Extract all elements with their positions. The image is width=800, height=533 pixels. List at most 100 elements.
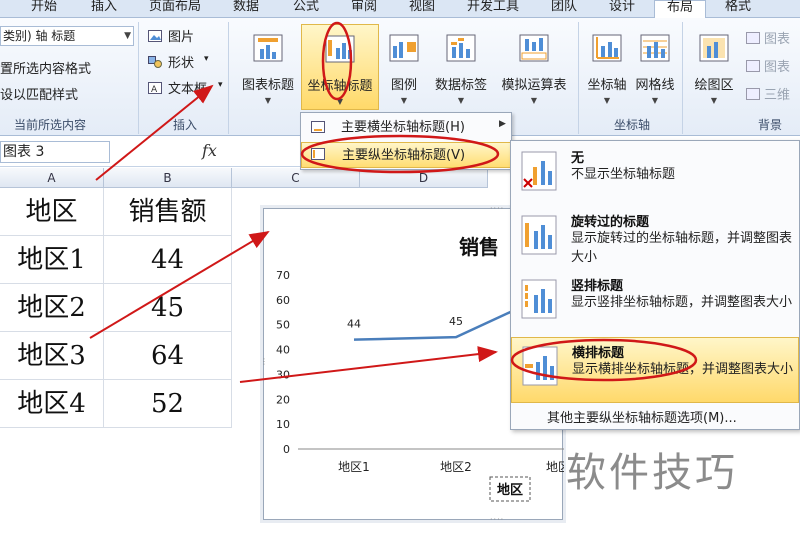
gridlines-icon bbox=[640, 34, 670, 62]
vertical-title-icon bbox=[521, 279, 557, 319]
option-none[interactable]: 无 不显示坐标轴标题 bbox=[511, 143, 799, 209]
y-tick-label: 40 bbox=[276, 344, 290, 357]
tab-view[interactable]: 视图 bbox=[398, 0, 446, 18]
y-tick-label: 0 bbox=[283, 443, 290, 456]
chevron-right-icon: ▶ bbox=[499, 119, 506, 129]
gridlines-button[interactable]: 网格线 ▼ bbox=[632, 24, 678, 110]
shapes-icon bbox=[148, 56, 162, 68]
tab-home[interactable]: 开始 bbox=[20, 0, 68, 18]
tab-review[interactable]: 审阅 bbox=[340, 0, 388, 18]
cell-a4[interactable]: 地区3 bbox=[0, 332, 104, 380]
data-table-button[interactable]: 模拟运算表 ▼ bbox=[494, 24, 574, 110]
chart-floor-icon bbox=[746, 60, 760, 72]
option-vertical-title[interactable]: 竖排标题 显示竖排坐标轴标题，并调整图表大小 bbox=[511, 271, 799, 337]
rotation-3d-icon bbox=[746, 88, 760, 100]
menu-item-horizontal-axis-title[interactable]: 主要横坐标轴标题(H) bbox=[301, 115, 511, 141]
data-labels-label: 数据标签 bbox=[434, 78, 487, 93]
option-horizontal-title[interactable]: 横排标题 显示横排坐标轴标题，并调整图表大小 bbox=[511, 337, 799, 403]
chevron-down-icon: ▾ bbox=[218, 80, 223, 90]
textbox-button[interactable]: 文本框 bbox=[168, 78, 207, 97]
chart-title-label: 图表标题 bbox=[241, 78, 294, 93]
chart-elements-combo[interactable]: 类别) 轴 标题 ▼ bbox=[0, 26, 134, 46]
rotation-3d-button[interactable]: 三维 bbox=[764, 84, 790, 103]
x-tick-label: 地区 bbox=[546, 460, 564, 474]
name-box[interactable]: 图表 3 bbox=[0, 141, 110, 163]
x-tick-label: 地区1 bbox=[338, 460, 370, 474]
option-vertical-title-desc: 显示竖排坐标轴标题，并调整图表大小 bbox=[571, 295, 793, 310]
data-labels-icon bbox=[446, 34, 476, 62]
y-tick-label: 50 bbox=[276, 319, 290, 332]
tab-team[interactable]: 团队 bbox=[540, 0, 588, 18]
vertical-axis-title-submenu: 无 不显示坐标轴标题 旋转过的标题 显示旋转过的坐标轴标题，并调整图表大小 竖排… bbox=[510, 140, 800, 430]
ribbon-tabs: 开始 插入 页面布局 数据 公式 审阅 视图 开发工具 团队 设计 布局 格式 bbox=[0, 0, 800, 19]
legend-button[interactable]: 图例 ▼ bbox=[384, 24, 424, 110]
rotated-title-icon bbox=[521, 215, 557, 255]
chevron-down-icon: ▼ bbox=[264, 96, 272, 105]
tab-format[interactable]: 格式 bbox=[712, 0, 764, 18]
gridlines-label: 网格线 bbox=[635, 78, 675, 93]
no-title-icon bbox=[521, 151, 557, 191]
tab-data[interactable]: 数据 bbox=[222, 0, 270, 18]
x-tick-label: 地区2 bbox=[440, 460, 472, 474]
y-tick-label: 20 bbox=[276, 393, 290, 406]
group-label-axes: 坐标轴 bbox=[613, 118, 650, 132]
shapes-button[interactable]: 形状 bbox=[168, 52, 194, 71]
format-selection-button[interactable]: 置所选内容格式 bbox=[0, 58, 91, 77]
chevron-down-icon: ▼ bbox=[124, 31, 131, 41]
chevron-down-icon: ▼ bbox=[336, 97, 344, 106]
chart-title-button[interactable]: 图表标题 ▼ bbox=[236, 24, 300, 110]
cell-b4[interactable]: 64 bbox=[104, 332, 232, 380]
chevron-down-icon: ▾ bbox=[204, 54, 209, 64]
cell-a5[interactable]: 地区4 bbox=[0, 380, 104, 428]
chart-title-icon bbox=[253, 34, 283, 62]
column-header-c[interactable]: C bbox=[232, 168, 360, 188]
chart-wall-button[interactable]: 图表 bbox=[764, 28, 790, 47]
tab-insert[interactable]: 插入 bbox=[80, 0, 128, 18]
svg-text:A: A bbox=[151, 85, 158, 94]
more-options-item[interactable]: 其他主要纵坐标轴标题选项(M)... bbox=[547, 407, 737, 426]
tab-developer[interactable]: 开发工具 bbox=[458, 0, 528, 18]
tab-formulas[interactable]: 公式 bbox=[282, 0, 330, 18]
axis-titles-icon bbox=[325, 35, 355, 63]
chevron-down-icon: ▼ bbox=[530, 96, 538, 105]
y-tick-label: 70 bbox=[276, 269, 290, 282]
option-none-title: 无 bbox=[571, 151, 585, 166]
option-rotated-title-label: 旋转过的标题 bbox=[571, 215, 650, 230]
cell-b5[interactable]: 52 bbox=[104, 380, 232, 428]
data-labels-button[interactable]: 数据标签 ▼ bbox=[430, 24, 492, 110]
picture-icon bbox=[148, 30, 162, 42]
group-separator bbox=[578, 22, 579, 134]
data-table-icon bbox=[519, 34, 549, 62]
axes-button[interactable]: 坐标轴 ▼ bbox=[584, 24, 630, 110]
chevron-down-icon: ▼ bbox=[710, 96, 718, 105]
picture-button[interactable]: 图片 bbox=[168, 26, 194, 45]
axis-titles-label: 坐标轴标题 bbox=[307, 79, 373, 94]
data-label: 44 bbox=[347, 318, 361, 331]
cell-a3[interactable]: 地区2 bbox=[0, 284, 104, 332]
tab-layout[interactable]: 布局 bbox=[654, 0, 706, 19]
excel-window: 开始 插入 页面布局 数据 公式 审阅 视图 开发工具 团队 设计 布局 格式 … bbox=[0, 0, 800, 533]
menu-item-vertical-axis-title[interactable]: 主要纵坐标轴标题(V) bbox=[301, 142, 511, 168]
column-header-a[interactable]: A bbox=[0, 168, 104, 188]
legend-icon bbox=[389, 34, 419, 62]
tab-page-layout[interactable]: 页面布局 bbox=[140, 0, 210, 18]
group-separator bbox=[228, 22, 229, 134]
cell-a1[interactable]: 地区 bbox=[0, 188, 104, 236]
cell-b2[interactable]: 44 bbox=[104, 236, 232, 284]
option-horizontal-title-desc: 显示横排坐标轴标题，并调整图表大小 bbox=[572, 362, 794, 377]
plot-area-button[interactable]: 绘图区 ▼ bbox=[690, 24, 738, 110]
reset-style-button[interactable]: 设以匹配样式 bbox=[0, 84, 78, 103]
axis-titles-button[interactable]: 坐标轴标题 ▼ bbox=[301, 24, 379, 110]
plot-area-icon bbox=[699, 34, 729, 62]
chart-floor-button[interactable]: 图表 bbox=[764, 56, 790, 75]
column-header-b[interactable]: B bbox=[104, 168, 232, 188]
tab-design[interactable]: 设计 bbox=[598, 0, 646, 18]
option-rotated-title[interactable]: 旋转过的标题 显示旋转过的坐标轴标题，并调整图表大小 bbox=[511, 207, 799, 273]
fx-button[interactable]: fx bbox=[202, 141, 217, 160]
plot-area-label: 绘图区 bbox=[694, 78, 734, 93]
chevron-down-icon: ▼ bbox=[400, 96, 408, 105]
cell-b3[interactable]: 45 bbox=[104, 284, 232, 332]
column-header-d[interactable]: D bbox=[360, 168, 488, 188]
cell-b1[interactable]: 销售额 bbox=[104, 188, 232, 236]
cell-a2[interactable]: 地区1 bbox=[0, 236, 104, 284]
